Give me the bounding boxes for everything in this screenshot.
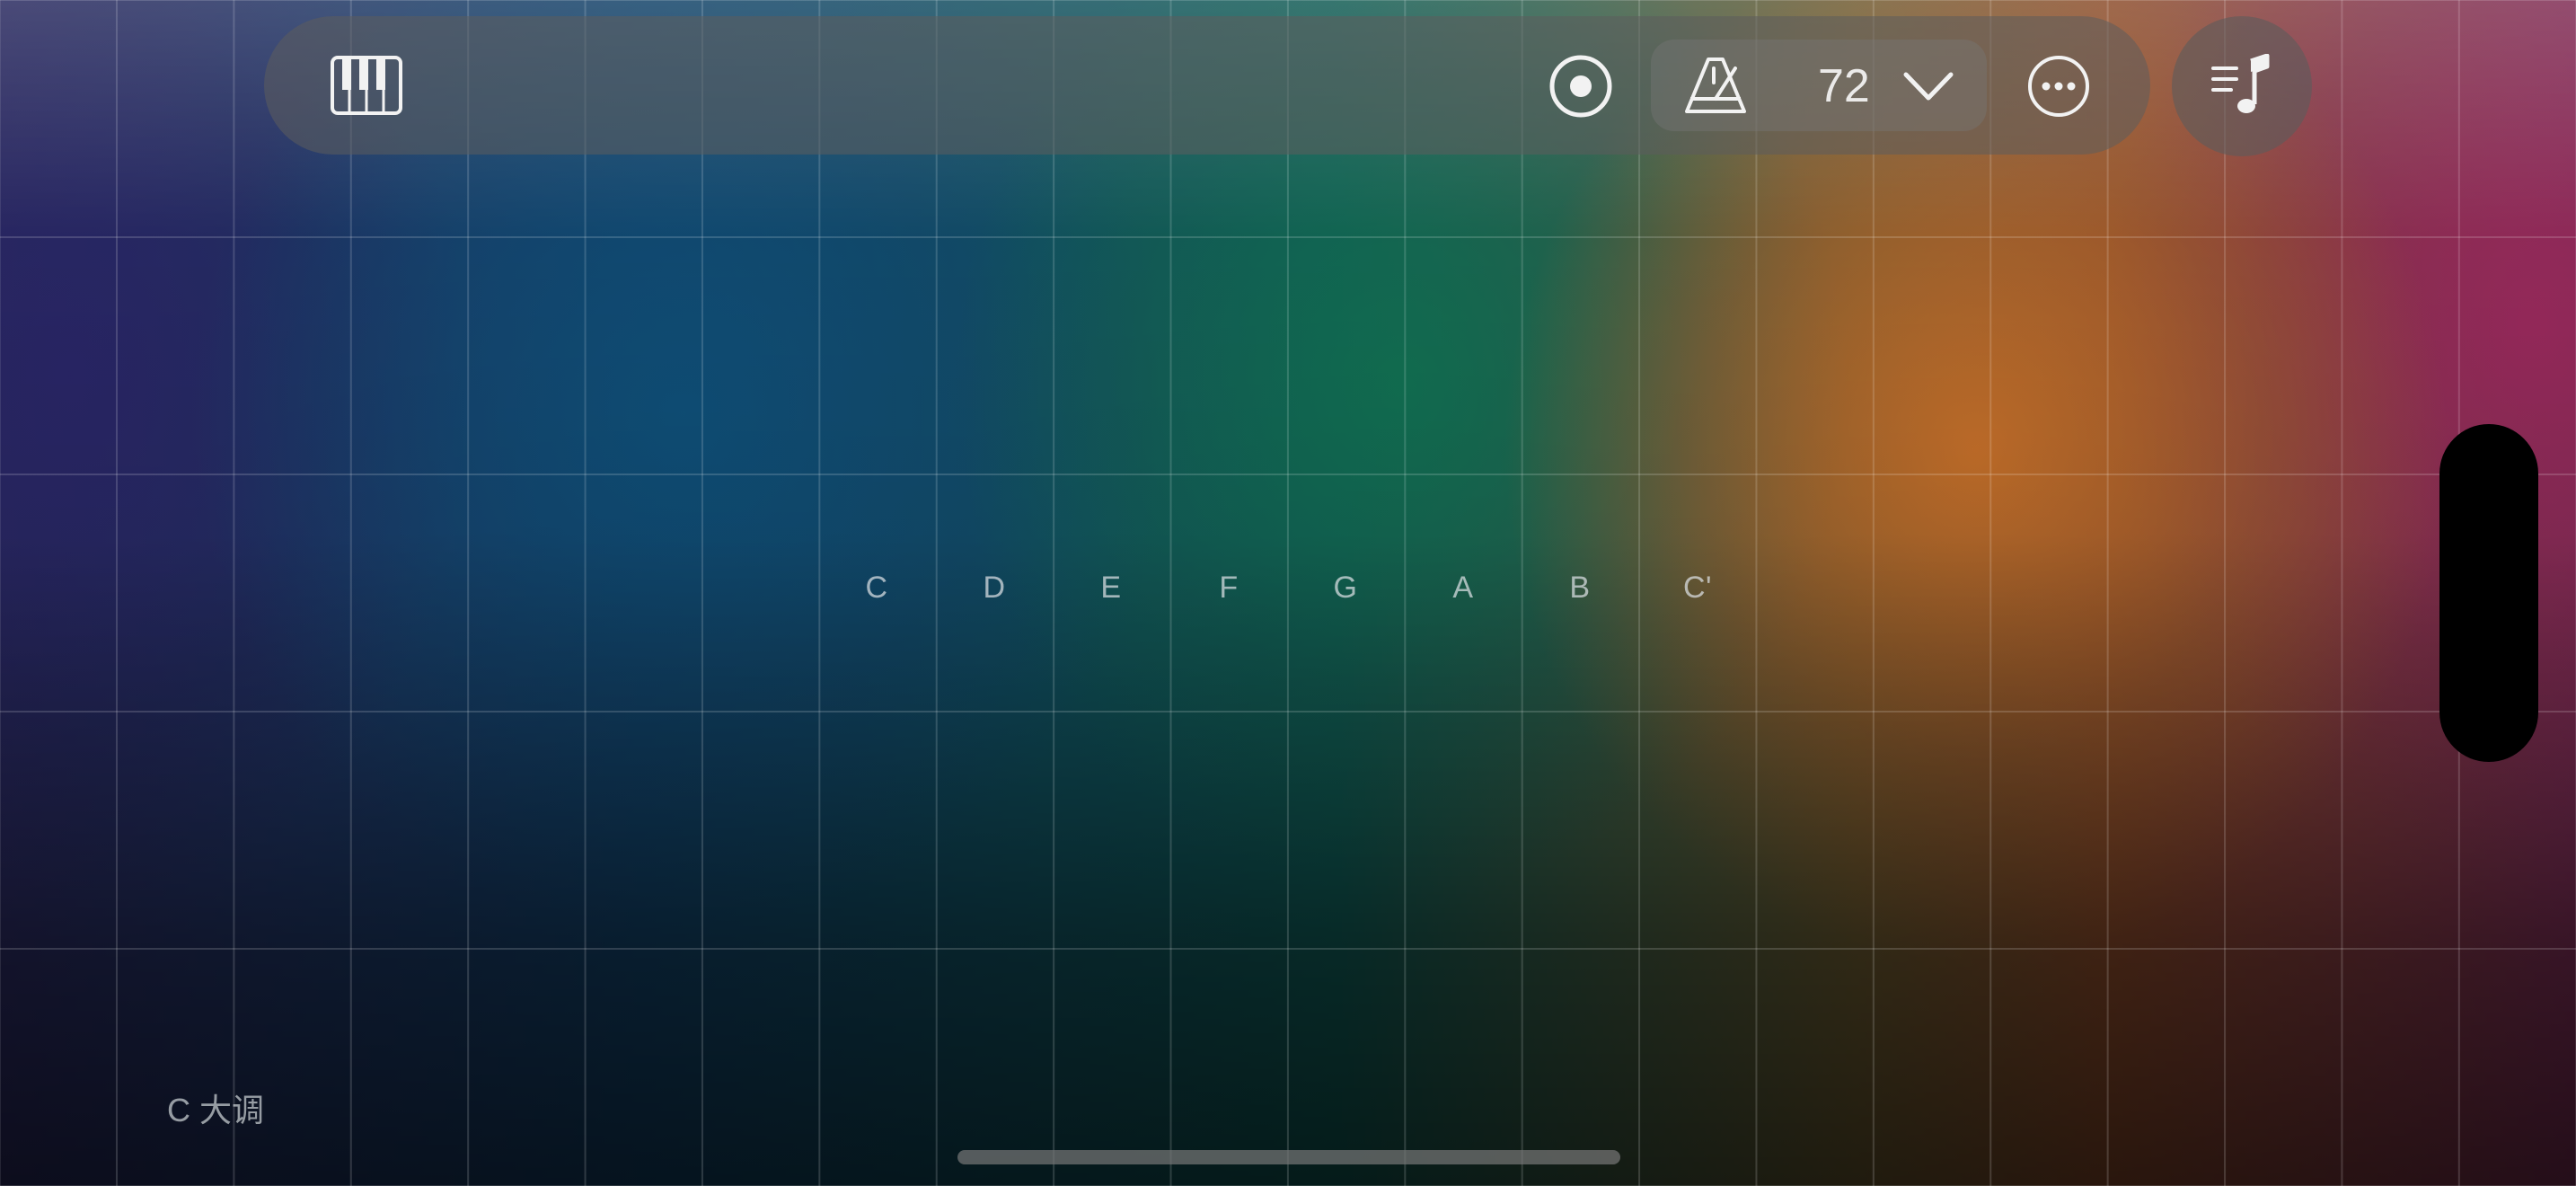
chevron-down-icon[interactable] (1902, 63, 1954, 108)
metronome-icon[interactable] (1681, 56, 1750, 115)
home-indicator[interactable] (957, 1150, 1620, 1164)
piano-keys-icon[interactable] (331, 54, 402, 117)
note-grid[interactable] (0, 0, 2576, 1186)
ellipsis-circle-icon[interactable] (2026, 54, 2091, 119)
instrument-surface[interactable]: 72 C D E F G A B C' C 大调 (0, 0, 2576, 1186)
note-label-c-high: C' (1682, 571, 1713, 605)
side-handle[interactable] (2439, 424, 2538, 762)
note-label-e: E (1100, 571, 1122, 605)
top-toolbar: 72 (264, 16, 2150, 155)
note-label-b: B (1569, 571, 1591, 605)
music-note-list-icon (2210, 54, 2274, 119)
tempo-value[interactable]: 72 (1818, 61, 1870, 111)
note-label-g: G (1333, 571, 1358, 605)
note-label-f: F (1219, 571, 1239, 605)
note-label-c: C (865, 571, 888, 605)
key-signature-label: C 大调 (167, 1092, 265, 1128)
tempo-control[interactable]: 72 (1651, 40, 1987, 131)
note-label-a: A (1452, 571, 1474, 605)
note-label-d: D (983, 571, 1006, 605)
score-button[interactable] (2172, 16, 2312, 156)
record-icon[interactable] (1548, 54, 1613, 119)
